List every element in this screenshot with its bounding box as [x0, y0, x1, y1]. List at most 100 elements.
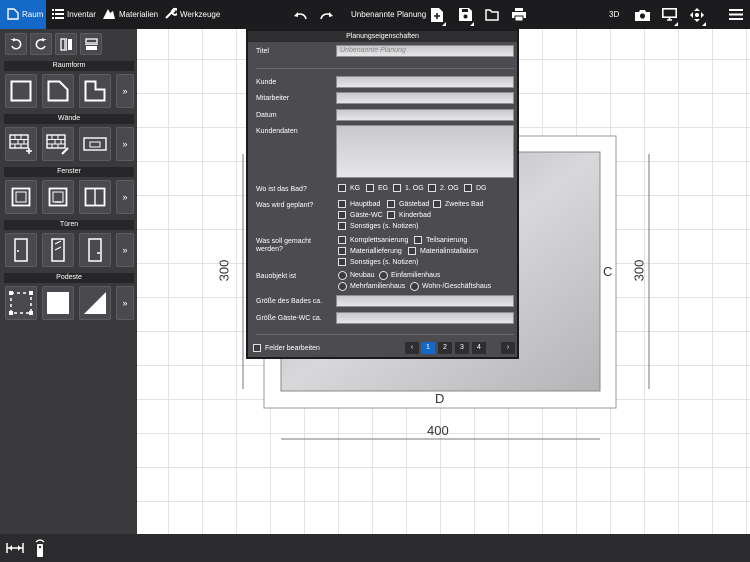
door-icon — [14, 238, 28, 262]
groesse-bad-label: Größe des Bades ca. — [256, 298, 323, 305]
checkbox-label: KG — [350, 184, 361, 192]
page-2-button[interactable]: 2 — [438, 342, 452, 354]
groesse-wc-input[interactable] — [336, 312, 514, 324]
checkbox-label: Komplettsanierung — [350, 236, 409, 244]
was-label: Was wird geplant? — [256, 202, 314, 209]
radio-neubau[interactable]: Neubau — [338, 271, 375, 280]
checkbox-kinderbad[interactable]: Kinderbad — [387, 211, 431, 219]
checkbox-1og[interactable]: 1. OG — [393, 184, 424, 192]
checkbox-zweites-bad[interactable]: Zweites Bad — [433, 200, 484, 208]
fenster-more-button[interactable]: » — [116, 180, 134, 214]
page-4-button[interactable]: 4 — [472, 342, 486, 354]
checkbox-label: Hauptbad — [350, 200, 381, 208]
window-double-tool[interactable] — [79, 180, 111, 214]
dimension-left: 300 — [216, 259, 232, 282]
checkbox-label: Gäste-WC — [350, 211, 383, 219]
sliding-door-icon — [88, 238, 102, 262]
print-button[interactable] — [508, 0, 530, 29]
wall-niche-tool[interactable] — [79, 127, 111, 161]
checkbox-materiallieferung[interactable]: Materiallieferung — [338, 247, 402, 255]
checkbox-label: Zweites Bad — [445, 200, 484, 208]
save-icon — [458, 8, 472, 21]
window-single-tool[interactable] — [5, 180, 37, 214]
move-button[interactable] — [686, 0, 708, 29]
tab-inventar[interactable]: Inventar — [52, 0, 96, 29]
door-glass-tool[interactable] — [42, 233, 74, 267]
section-raumform: Raumform — [4, 61, 134, 71]
checkbox-hauptbad[interactable]: Hauptbad — [338, 200, 380, 208]
plan-name[interactable]: Unbenannte Planung — [351, 0, 426, 29]
datum-input[interactable] — [336, 109, 514, 121]
radio-mehrfamilienhaus[interactable]: Mehrfamilienhaus — [338, 282, 405, 291]
tueren-more-button[interactable]: » — [116, 233, 134, 267]
mitarbeiter-input[interactable] — [336, 92, 514, 104]
raumform-more-button[interactable]: » — [116, 74, 134, 108]
checkbox-box — [393, 184, 401, 192]
kundendaten-textarea[interactable] — [336, 125, 514, 178]
measure-button[interactable] — [5, 540, 25, 556]
door-single-tool[interactable] — [5, 233, 37, 267]
radio-circle — [338, 282, 347, 291]
podest-dashed-tool[interactable] — [5, 286, 37, 320]
checkbox-gaestebad[interactable]: Gästebad — [387, 200, 429, 208]
room-rectangle-tool[interactable] — [5, 74, 37, 108]
undo-button[interactable] — [289, 0, 311, 29]
view-3d-label: 3D — [609, 10, 620, 19]
tab-raum[interactable]: Raum — [0, 0, 46, 29]
waende-more-button[interactable]: » — [116, 127, 134, 161]
checkbox-gaeste-wc[interactable]: Gäste-WC — [338, 211, 383, 219]
planning-properties-dialog: Planungseigenschaften Titel Unbenannte P… — [246, 29, 519, 359]
door-sliding-tool[interactable] — [79, 233, 111, 267]
radio-einfamilienhaus[interactable]: Einfamilienhaus — [379, 271, 440, 280]
tab-werkzeuge[interactable]: Werkzeuge — [164, 0, 220, 29]
room-cut-corner-tool[interactable] — [42, 74, 74, 108]
divider — [256, 334, 514, 335]
groesse-bad-input[interactable] — [336, 295, 514, 307]
titel-input[interactable]: Unbenannte Planung — [336, 45, 514, 57]
podest-ramp-tool[interactable] — [79, 286, 111, 320]
podeste-more-button[interactable]: » — [116, 286, 134, 320]
camera-button[interactable] — [631, 0, 653, 29]
page-3-button[interactable]: 3 — [455, 342, 469, 354]
checkbox-box — [428, 184, 436, 192]
add-wall-tool[interactable] — [5, 127, 37, 161]
open-button[interactable] — [481, 0, 503, 29]
checkbox-eg[interactable]: EG — [366, 184, 388, 192]
podest-solid-tool[interactable] — [42, 286, 74, 320]
checkbox-materialinstallation[interactable]: Materialinstallation — [408, 247, 478, 255]
window-tilt-tool[interactable] — [42, 180, 74, 214]
checkbox-teilsanierung[interactable]: Teilsanierung — [414, 236, 467, 244]
checkbox-box — [253, 344, 261, 352]
display-button[interactable] — [658, 0, 680, 29]
mirror-vertical-button[interactable] — [80, 33, 102, 55]
menu-button[interactable] — [725, 0, 747, 29]
remote-button[interactable] — [31, 538, 49, 558]
checkbox-felder-bearbeiten[interactable]: Felder bearbeiten — [253, 344, 320, 352]
page-1-button[interactable]: 1 — [421, 342, 435, 354]
rotate-right-icon — [35, 38, 47, 50]
measure-icon — [6, 543, 24, 553]
checkbox-sonstiges-2[interactable]: Sonstiges (s. Notizen) — [338, 258, 418, 266]
mirror-horizontal-button[interactable] — [55, 33, 77, 55]
rotate-right-button[interactable] — [30, 33, 52, 55]
rotate-left-button[interactable] — [5, 33, 27, 55]
edit-wall-tool[interactable] — [42, 127, 74, 161]
glass-door-icon — [51, 238, 65, 262]
page-next-button[interactable]: › — [501, 342, 515, 354]
gemacht-label: Was soll gemacht werden? — [256, 238, 311, 253]
menu-corner-icon — [674, 22, 678, 26]
view-3d-button[interactable]: 3D — [609, 0, 619, 29]
checkbox-dg[interactable]: DG — [464, 184, 487, 192]
radio-wohn-geschaeftshaus[interactable]: Wohn-/Geschäftshaus — [410, 282, 491, 291]
checkbox-kg[interactable]: KG — [338, 184, 360, 192]
redo-button[interactable] — [316, 0, 338, 29]
checkbox-sonstiges-1[interactable]: Sonstiges (s. Notizen) — [338, 222, 418, 230]
save-button[interactable] — [454, 0, 476, 29]
kunde-input[interactable] — [336, 76, 514, 88]
tab-materialien[interactable]: Materialien — [102, 0, 158, 29]
page-prev-button[interactable]: ‹ — [405, 342, 419, 354]
room-l-shape-tool[interactable] — [79, 74, 111, 108]
checkbox-komplettsanierung[interactable]: Komplettsanierung — [338, 236, 408, 244]
checkbox-2og[interactable]: 2. OG — [428, 184, 459, 192]
new-plan-button[interactable] — [426, 0, 448, 29]
